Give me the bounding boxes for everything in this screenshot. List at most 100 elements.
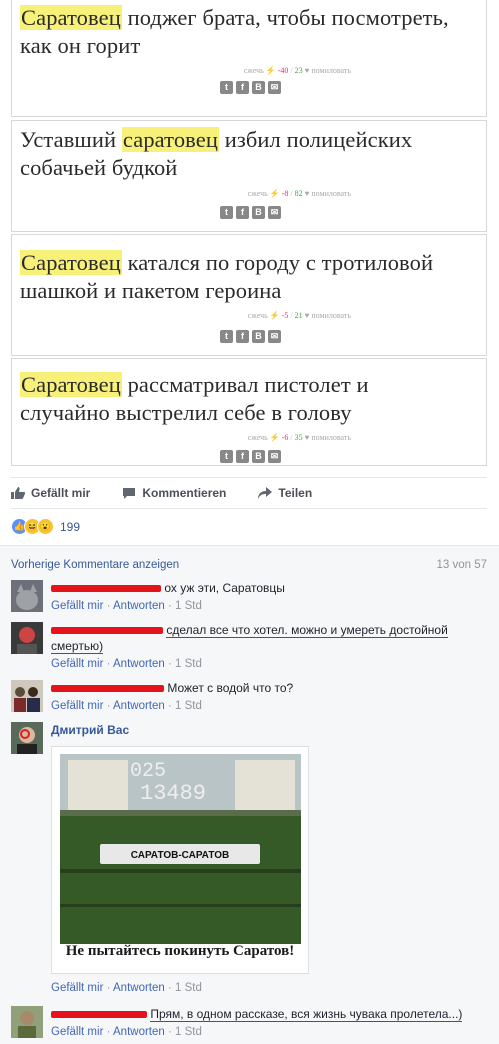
mail-icon[interactable]: ✉ — [268, 330, 281, 343]
plus-count: 23 — [294, 66, 303, 75]
mail-icon[interactable]: ✉ — [268, 81, 281, 94]
like-button[interactable]: Gefällt mir — [11, 486, 90, 500]
facebook-icon[interactable]: f — [236, 450, 249, 463]
headline[interactable]: Саратовец поджег брата, чтобы посмотреть… — [20, 4, 449, 60]
share-button[interactable]: Teilen — [258, 486, 312, 500]
twitter-icon[interactable]: t — [220, 81, 233, 94]
comment-actions: Gefällt mir · Antworten · 1 Std — [51, 700, 202, 712]
person-avatar-icon — [11, 1006, 43, 1038]
comment-like-link[interactable]: Gefällt mir — [51, 1026, 103, 1038]
news-card-2[interactable]: Уставший саратовец избил полицейских соб… — [11, 120, 487, 232]
comment-time: 1 Std — [175, 600, 202, 612]
news-cards: Саратовец поджег брата, чтобы посмотреть… — [11, 0, 487, 466]
vote-meta: сжечь ⚡ -40 / 23 ♥ помиловать — [243, 66, 351, 75]
fire-icon: ⚡ — [269, 189, 280, 198]
avatar[interactable] — [11, 722, 43, 754]
comment-time: 1 Std — [175, 658, 202, 670]
headline[interactable]: Уставший саратовец избил полицейских соб… — [20, 126, 412, 182]
redacted-name — [51, 1011, 147, 1019]
plus-count: 35 — [294, 433, 303, 442]
avatar[interactable] — [11, 622, 43, 654]
comment-reply-link[interactable]: Antworten — [113, 700, 165, 712]
post-action-bar: Gefällt mir Kommentieren Teilen — [11, 477, 487, 509]
comment-actions: Gefällt mir · Antworten · 1 Std — [51, 600, 202, 612]
headline[interactable]: Саратовец катался по городу с тротиловой… — [20, 249, 433, 305]
avatar[interactable] — [11, 580, 43, 612]
twitter-icon[interactable]: t — [220, 206, 233, 219]
fire-icon: ⚡ — [265, 66, 276, 75]
pardon-link[interactable]: помиловать — [311, 189, 351, 198]
train-number-top: 025 — [130, 760, 166, 783]
minus-count: -40 — [277, 66, 289, 75]
comment-like-link[interactable]: Gefällt mir — [51, 658, 103, 670]
pardon-link[interactable]: помиловать — [311, 311, 351, 320]
comment-image[interactable]: 025 13489 САРАТОВ-САРАТОВ Не пытайтесь п… — [51, 746, 309, 974]
comment-like-link[interactable]: Gefällt mir — [51, 982, 103, 994]
vk-icon[interactable]: B — [252, 450, 265, 463]
vk-icon[interactable]: B — [252, 206, 265, 219]
share-icons: t f B ✉ — [220, 81, 281, 94]
burn-link[interactable]: сжечь — [248, 189, 268, 198]
fire-icon: ⚡ — [269, 433, 280, 442]
highlighted-word: Саратовец — [20, 372, 122, 397]
vote-meta: сжечь ⚡ -5 / 21 ♥ помиловать — [247, 311, 351, 320]
heart-icon: ♥ — [304, 189, 310, 198]
comment-time: 1 Std — [175, 982, 202, 994]
comment-counter: 13 von 57 — [436, 559, 487, 571]
group-avatar-icon — [11, 680, 43, 712]
redacted-name — [51, 627, 163, 635]
wow-reaction-icon: 😮 — [37, 518, 54, 535]
comment-text: Может с водой что то? — [167, 681, 294, 695]
comment-like-link[interactable]: Gefällt mir — [51, 700, 103, 712]
burn-link[interactable]: сжечь — [244, 66, 264, 75]
pardon-link[interactable]: помиловать — [311, 433, 351, 442]
comments-section: Vorherige Kommentare anzeigen 13 von 57 … — [0, 545, 499, 1044]
pardon-link[interactable]: помиловать — [311, 66, 351, 75]
burn-link[interactable]: сжечь — [248, 311, 268, 320]
burn-link[interactable]: сжечь — [248, 433, 268, 442]
cat-avatar-icon — [11, 580, 43, 612]
comment-reply-link[interactable]: Antworten — [113, 658, 165, 670]
facebook-icon[interactable]: f — [236, 330, 249, 343]
plus-count: 82 — [294, 189, 303, 198]
news-card-4[interactable]: Саратовец рассматривал пистолет и случай… — [11, 358, 487, 466]
reactions-summary[interactable]: 👍 😆 😮 199 — [11, 518, 80, 535]
plus-count: 21 — [294, 311, 303, 320]
comment-icon — [123, 488, 136, 499]
mail-icon[interactable]: ✉ — [268, 206, 281, 219]
comment-reply-link[interactable]: Antworten — [113, 982, 165, 994]
route-plate: САРАТОВ-САРАТОВ — [131, 850, 229, 861]
comment-item: сделал все что хотел. можно и умереть до… — [11, 622, 489, 670]
comment-button[interactable]: Kommentieren — [122, 486, 226, 500]
avatar[interactable] — [11, 1006, 43, 1038]
comment-reply-link[interactable]: Antworten — [113, 600, 165, 612]
commenter-name[interactable]: Дмитрий Вас — [51, 723, 129, 737]
heart-icon: ♥ — [304, 66, 310, 75]
news-card-1[interactable]: Саратовец поджег брата, чтобы посмотреть… — [11, 0, 487, 117]
comment-text: ох уж эти, Саратовцы — [164, 581, 285, 595]
train-car-image: 025 13489 САРАТОВ-САРАТОВ — [60, 754, 301, 944]
mail-icon[interactable]: ✉ — [268, 450, 281, 463]
vk-icon[interactable]: B — [252, 330, 265, 343]
comment-item: Может с водой что то? Gefällt mir · Antw… — [11, 680, 489, 714]
redacted-name — [51, 685, 164, 693]
highlighted-word: Саратовец — [20, 250, 122, 275]
facebook-icon[interactable]: f — [236, 81, 249, 94]
vk-icon[interactable]: B — [252, 81, 265, 94]
person-avatar-icon — [11, 622, 43, 654]
twitter-icon[interactable]: t — [220, 330, 233, 343]
avatar[interactable] — [11, 680, 43, 712]
twitter-icon[interactable]: t — [220, 450, 233, 463]
comment-like-link[interactable]: Gefällt mir — [51, 600, 103, 612]
image-caption: Не пытайтесь покинуть Саратов! — [65, 943, 295, 959]
train-photo: 025 13489 САРАТОВ-САРАТОВ — [60, 754, 301, 944]
previous-comments-link[interactable]: Vorherige Kommentare anzeigen — [11, 559, 179, 571]
reaction-count[interactable]: 199 — [60, 520, 80, 534]
facebook-icon[interactable]: f — [236, 206, 249, 219]
news-card-3[interactable]: Саратовец катался по городу с тротиловой… — [11, 234, 487, 356]
comment-item: Прям, в одном рассказе, вся жизнь чувака… — [11, 1006, 489, 1044]
share-arrow-icon — [258, 487, 273, 499]
comment-reply-link[interactable]: Antworten — [113, 1026, 165, 1038]
person-avatar-icon — [11, 722, 43, 754]
headline[interactable]: Саратовец рассматривал пистолет и случай… — [20, 371, 369, 427]
